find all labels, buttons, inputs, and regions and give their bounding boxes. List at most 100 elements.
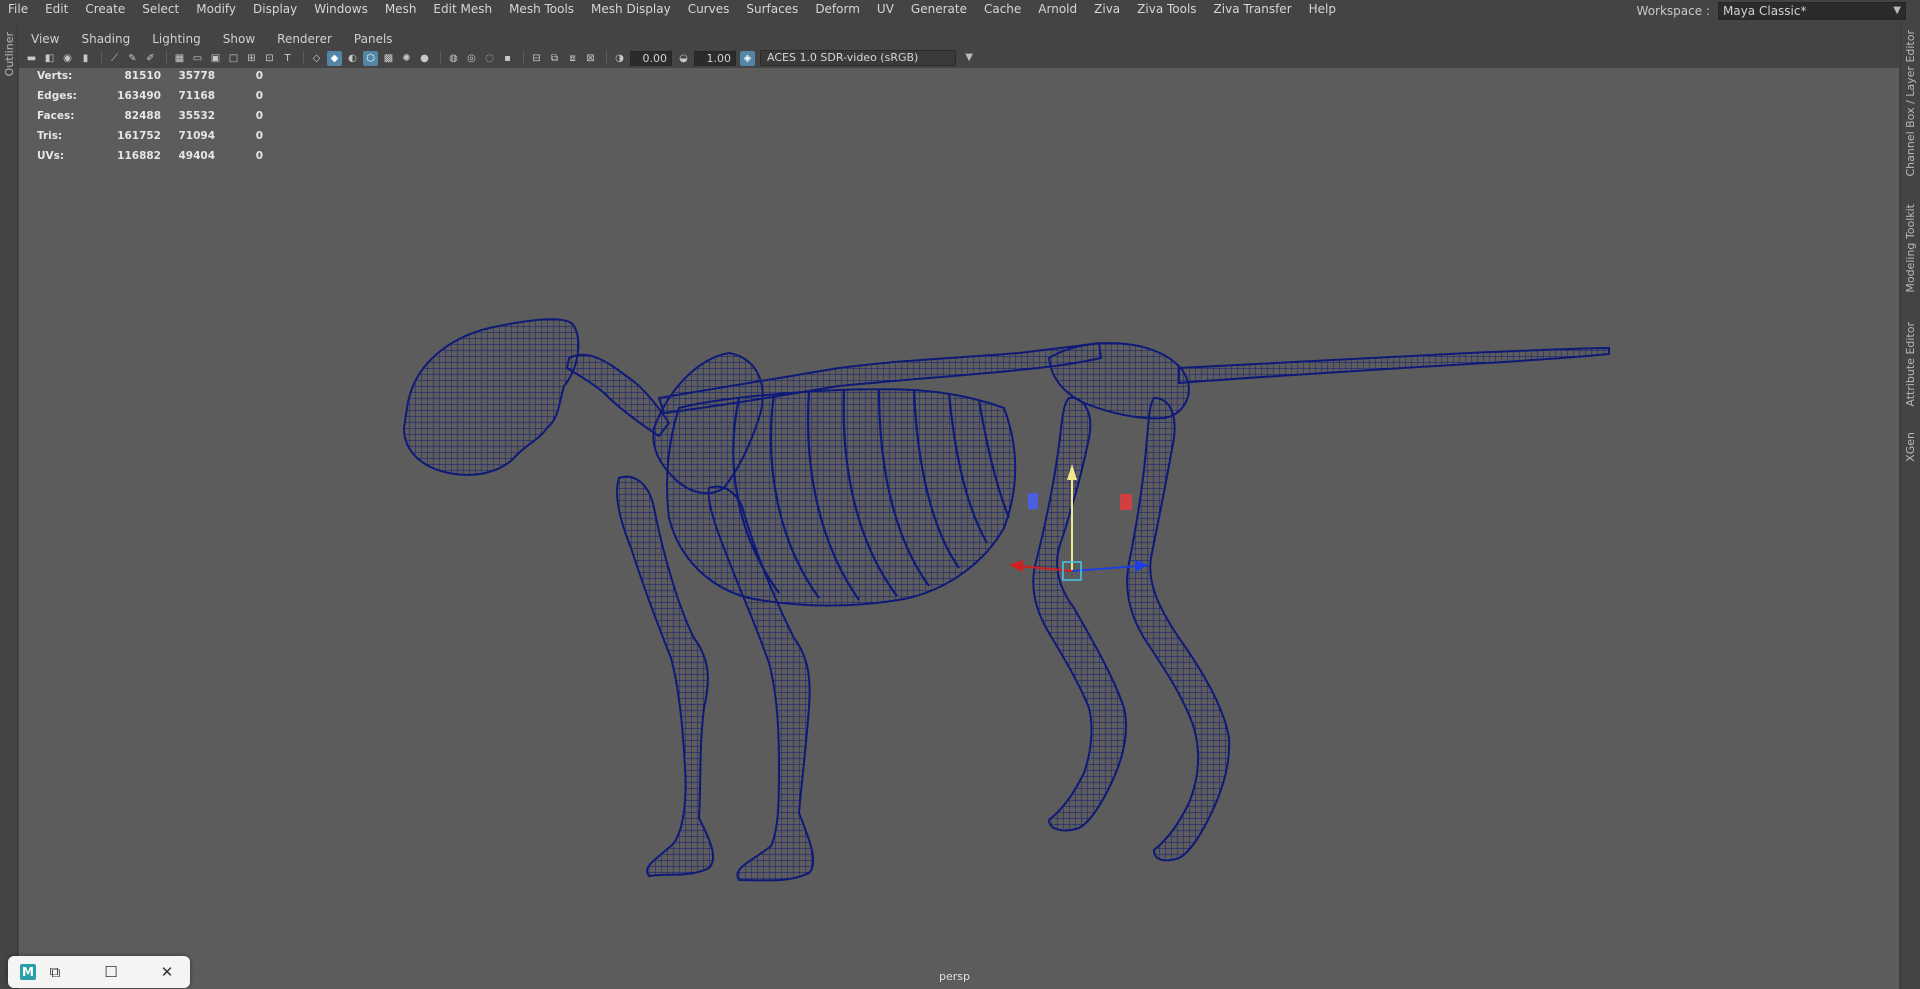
hud-value: 116882: [117, 150, 161, 162]
menu-edit[interactable]: Edit: [37, 0, 77, 18]
menu-windows[interactable]: Windows: [306, 0, 377, 18]
menu-ziva-tools[interactable]: Ziva Tools: [1129, 0, 1205, 18]
tab-xgen[interactable]: XGen: [1904, 432, 1917, 462]
neck: [565, 353, 671, 438]
hud-value: 0: [255, 110, 263, 122]
menu-display[interactable]: Display: [245, 0, 306, 18]
menu-modify[interactable]: Modify: [188, 0, 245, 18]
motion-blur-icon[interactable]: ◎: [464, 51, 479, 66]
color-management-icon[interactable]: ◈: [740, 50, 755, 66]
hud-value: 0: [255, 70, 263, 82]
hud-value: 163490: [117, 90, 161, 102]
close-icon[interactable]: ✕: [152, 957, 182, 987]
menu-arnold[interactable]: Arnold: [1030, 0, 1086, 18]
bookmark-icon[interactable]: ◉: [60, 51, 75, 66]
perspective-viewport[interactable]: Verts: 81510 35778 0 Edges: 163490 71168…: [19, 68, 1899, 989]
menu-generate[interactable]: Generate: [903, 0, 976, 18]
screen-space-ao-icon[interactable]: ◍: [446, 51, 461, 66]
tab-attribute-editor[interactable]: Attribute Editor: [1904, 322, 1917, 407]
gamma-field[interactable]: 1.00: [694, 50, 736, 66]
tab-modeling-toolkit[interactable]: Modeling Toolkit: [1904, 204, 1917, 293]
multisample-aa-icon[interactable]: ◌: [482, 51, 497, 66]
tab-channel-box[interactable]: Channel Box / Layer Editor: [1904, 30, 1917, 177]
safe-action-icon[interactable]: ⊡: [262, 51, 277, 66]
menu-mesh[interactable]: Mesh: [377, 0, 426, 18]
hud-label: Verts:: [37, 70, 73, 82]
exposure-icon[interactable]: ◑: [612, 51, 627, 66]
gate-mask-icon[interactable]: □: [226, 51, 241, 66]
select-camera-icon[interactable]: ▬: [24, 51, 39, 66]
xray-joints-icon[interactable]: ⧈: [565, 51, 580, 66]
chevron-down-icon: ▼: [965, 52, 973, 63]
color-space-value: ACES 1.0 SDR-video (sRGB): [767, 51, 919, 64]
toolbar-divider: [523, 51, 524, 65]
menu-uv[interactable]: UV: [869, 0, 903, 18]
skeleton-wireframe-model[interactable]: [19, 68, 1899, 989]
panel-menu-renderer[interactable]: Renderer: [265, 32, 342, 46]
hind-leg-left: [1032, 396, 1128, 832]
menu-select[interactable]: Select: [134, 0, 188, 18]
panel-menu-shading[interactable]: Shading: [69, 32, 140, 46]
toolbar-divider: [440, 51, 441, 65]
menu-mesh-tools[interactable]: Mesh Tools: [501, 0, 583, 18]
workspace-dropdown[interactable]: Maya Classic* ▼: [1718, 2, 1906, 20]
film-gate-icon[interactable]: ▭: [190, 51, 205, 66]
menu-curves[interactable]: Curves: [680, 0, 739, 18]
isolate-select-icon[interactable]: ⊟: [529, 51, 544, 66]
shadows-icon[interactable]: ●: [417, 51, 432, 66]
wireframe-on-shaded-icon[interactable]: ⬡: [363, 50, 378, 66]
menu-ziva-transfer[interactable]: Ziva Transfer: [1206, 0, 1301, 18]
panel-toolbar: ▬ ◧ ◉ ▮ ⟋ ✎ ✐ ▦ ▭ ▣ □ ⊞ ⊡ T ◇ ◆ ◐ ⬡ ▩ ✺ …: [19, 49, 1899, 67]
resolution-gate-icon[interactable]: ▣: [208, 51, 223, 66]
depth-of-field-icon[interactable]: ▪: [500, 51, 515, 66]
xray-components-icon[interactable]: ⊠: [583, 51, 598, 66]
maximize-icon[interactable]: ☐: [96, 957, 126, 987]
toolbar-divider: [303, 51, 304, 65]
menu-create[interactable]: Create: [77, 0, 134, 18]
camera-attributes-icon[interactable]: ◧: [42, 51, 57, 66]
pencil-icon[interactable]: ✐: [143, 51, 158, 66]
toolbar-divider: [166, 51, 167, 65]
hud-value: 81510: [124, 70, 161, 82]
left-panel-strip: Outliner: [0, 22, 18, 989]
menu-surfaces[interactable]: Surfaces: [738, 0, 807, 18]
panel-menu-lighting[interactable]: Lighting: [140, 32, 211, 46]
grease-pencil-icon[interactable]: ✎: [125, 51, 140, 66]
tail: [1178, 346, 1610, 385]
maya-app-icon[interactable]: M: [20, 964, 36, 980]
restore-window-icon[interactable]: ⧉: [40, 957, 70, 987]
hud-value: 0: [255, 130, 263, 142]
lights-icon[interactable]: ✺: [399, 51, 414, 66]
2d-pan-zoom-icon[interactable]: ⟋: [107, 51, 122, 66]
field-chart-icon[interactable]: ⊞: [244, 51, 259, 66]
panel-menu-view[interactable]: View: [19, 32, 69, 46]
hud-value: 0: [255, 90, 263, 102]
menu-file[interactable]: File: [0, 0, 37, 18]
hud-label: Tris:: [37, 130, 63, 142]
exposure-field[interactable]: 0.00: [630, 50, 672, 66]
gamma-icon[interactable]: ◒: [676, 51, 691, 66]
tab-outliner[interactable]: Outliner: [3, 32, 16, 76]
panel-menu-bar: View Shading Lighting Show Renderer Pane…: [19, 28, 403, 50]
wireframe-icon[interactable]: ◇: [309, 51, 324, 66]
menu-edit-mesh[interactable]: Edit Mesh: [425, 0, 501, 18]
toolbar-divider: [606, 51, 607, 65]
textured-icon[interactable]: ▩: [381, 51, 396, 66]
smooth-shade-icon[interactable]: ◆: [327, 50, 342, 66]
menu-mesh-display[interactable]: Mesh Display: [583, 0, 680, 18]
color-space-dropdown[interactable]: ACES 1.0 SDR-video (sRGB) ▼: [760, 50, 973, 66]
grid-icon[interactable]: ▦: [172, 51, 187, 66]
camera-name-label: persp: [939, 970, 970, 983]
menu-cache[interactable]: Cache: [976, 0, 1030, 18]
image-plane-icon[interactable]: ▮: [78, 51, 93, 66]
panel-menu-panels[interactable]: Panels: [342, 32, 403, 46]
panel-menu-show[interactable]: Show: [211, 32, 265, 46]
menu-help[interactable]: Help: [1301, 0, 1345, 18]
main-menu-bar: File Edit Create Select Modify Display W…: [0, 0, 1920, 18]
hud-value: 71094: [178, 130, 215, 142]
menu-ziva[interactable]: Ziva: [1086, 0, 1129, 18]
safe-title-icon[interactable]: T: [280, 51, 295, 66]
menu-deform[interactable]: Deform: [807, 0, 869, 18]
xray-icon[interactable]: ⧉: [547, 51, 562, 66]
default-material-icon[interactable]: ◐: [345, 51, 360, 66]
